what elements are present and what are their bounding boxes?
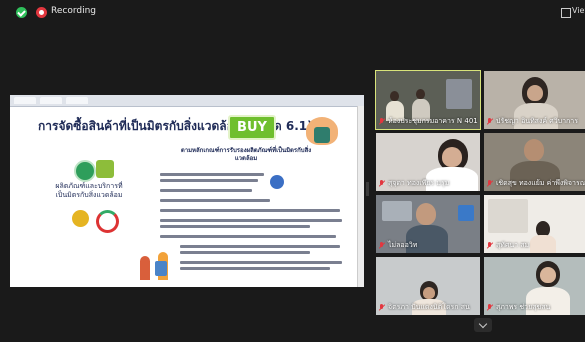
participant-name: ห้องประชุมกรมอาคาร N 401: [388, 116, 478, 125]
criteria-item: [180, 245, 340, 248]
recording-icon[interactable]: [36, 7, 47, 18]
criteria-item: [180, 261, 342, 264]
criteria-title: ตามหลักเกณฑ์การรับรองผลิตภัณฑ์ที่เป็นมิต…: [180, 147, 312, 162]
mic-muted-icon: [487, 241, 493, 249]
name-label: ไม่ลออวิท: [379, 240, 417, 250]
criteria-item: [160, 219, 342, 222]
toolbar-tab[interactable]: [40, 97, 62, 104]
participant-tile[interactable]: จิตรภา ปันแดงนิติโดรก สน: [376, 257, 480, 315]
recording-label: Recording: [51, 6, 97, 16]
globe-illustration: [270, 175, 284, 189]
mic-muted-icon: [379, 241, 385, 249]
name-label: ปรัชญา อินทิสงค์ ศวิบาการ: [487, 116, 578, 126]
mic-muted-icon: [487, 303, 493, 311]
criteria-item: [160, 199, 270, 202]
criteria-item: [160, 235, 336, 238]
view-icon[interactable]: [561, 8, 571, 18]
mic-muted-icon: [379, 303, 385, 311]
presentation-toolbar: [10, 95, 364, 107]
split-handle[interactable]: [366, 182, 369, 196]
criteria-item: [160, 225, 310, 228]
buy-badge: BUY: [228, 115, 276, 140]
name-label: ห้องประชุมกรมอาคาร N 401: [379, 116, 478, 126]
name-label: สุทัศนา สม: [487, 240, 529, 250]
shared-screen: การจัดซื้อสินค้าที่เป็นมิตรกับสิ่งแวดล้อ…: [10, 95, 364, 287]
participant-name: สุทัศนา สม: [496, 240, 530, 249]
participant-tile[interactable]: ห้องประชุมกรมอาคาร N 401: [375, 70, 481, 130]
eco-products-label: ผลิตภัณฑ์และบริการที่เป็นมิตรกับสิ่งแวดล…: [55, 182, 123, 199]
mic-muted-icon: [487, 179, 493, 187]
shopper-illustration: [306, 117, 338, 145]
participant-name: เชิดสุข ทองแย้ม ค่าพึงพิจารณา: [496, 178, 585, 187]
participant-tile[interactable]: ไม่ลออวิท: [376, 195, 480, 253]
participant-tile[interactable]: เชิดสุข ทองแย้ม ค่าพึงพิจารณา: [484, 133, 585, 191]
top-bar: Recording View: [0, 0, 585, 24]
toolbar-tab[interactable]: [66, 97, 88, 104]
mic-muted-icon: [379, 117, 385, 125]
green-leaf-logo: [72, 210, 89, 227]
criteria-item: [160, 209, 340, 212]
name-label: สุจุดา ทองเพียร มรุม: [379, 178, 449, 188]
recycle-bin-illustration: [155, 261, 167, 276]
name-label: สุภาพร ช่วยสุขสน: [487, 302, 550, 312]
green-label-logo: [74, 160, 96, 182]
eco-logo: [96, 160, 114, 178]
mic-muted-icon: [379, 179, 385, 187]
criteria-item: [160, 179, 258, 182]
name-label: เชิดสุข ทองแย้ม ค่าพึงพิจารณา: [487, 178, 585, 188]
presentation-scrollbar[interactable]: [357, 106, 364, 287]
chevron-down-icon[interactable]: [474, 318, 492, 332]
criteria-item: [160, 173, 264, 176]
view-button[interactable]: View: [572, 6, 585, 15]
participant-tile[interactable]: ปรัชญา อินทิสงค์ ศวิบาการ: [484, 71, 585, 129]
shield-check-icon: [16, 7, 27, 18]
criteria-item: [160, 189, 252, 192]
name-label: จิตรภา ปันแดงนิติโดรก สน: [379, 302, 470, 312]
participant-name: สุภาพร ช่วยสุขสน: [496, 302, 551, 311]
participant-tile[interactable]: สุจุดา ทองเพียร มรุม: [376, 133, 480, 191]
participant-name: ไม่ลออวิท: [388, 240, 418, 249]
mic-muted-icon: [487, 117, 493, 125]
recycle-logo: [96, 210, 119, 233]
participant-name: จิตรภา ปันแดงนิติโดรก สน: [388, 302, 470, 311]
toolbar-tab[interactable]: [14, 97, 36, 104]
criteria-item: [180, 251, 310, 254]
participant-name: สุจุดา ทองเพียร มรุม: [388, 178, 450, 187]
criteria-item: [180, 267, 330, 270]
participant-tile[interactable]: สุทัศนา สม: [484, 195, 585, 253]
participant-tile[interactable]: สุภาพร ช่วยสุขสน: [484, 257, 585, 315]
participant-name: ปรัชญา อินทิสงค์ ศวิบาการ: [496, 116, 578, 125]
